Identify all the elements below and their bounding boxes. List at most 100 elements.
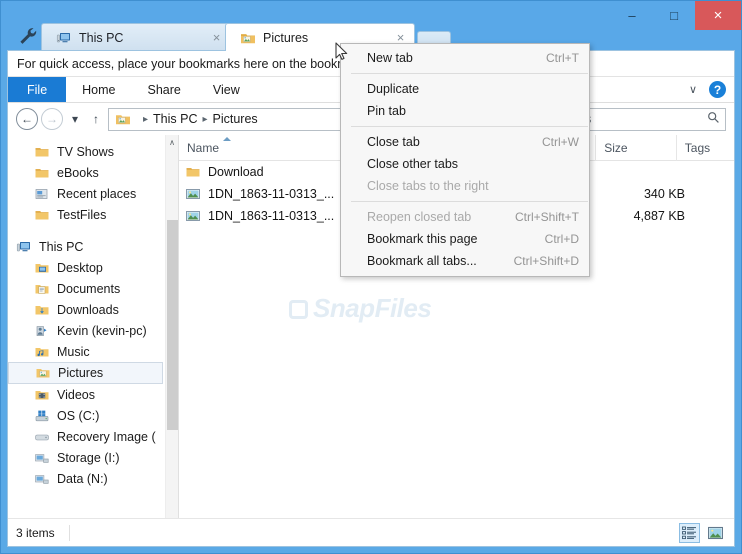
nav-item-pictures[interactable]: Pictures (8, 362, 163, 384)
ribbon-tab-file[interactable]: File (8, 77, 67, 102)
file-size-cell: 340 KB (643, 187, 685, 201)
ribbon-tab-share[interactable]: Share (132, 77, 197, 102)
menu-divider (351, 201, 588, 202)
recent-places-icon (34, 186, 50, 202)
up-button[interactable]: ↑ (87, 108, 105, 130)
recent-locations-button[interactable]: ▾ (66, 108, 84, 130)
back-button[interactable]: ← (16, 108, 38, 130)
ribbon-tab-home[interactable]: Home (66, 77, 131, 102)
menu-item-label: New tab (367, 51, 413, 65)
nav-item-tv-shows[interactable]: TV Shows (8, 141, 165, 162)
nav-item-os-c[interactable]: OS (C:) (8, 405, 165, 426)
nav-item-data-n[interactable]: Data (N:) (8, 468, 165, 489)
column-label: Tags (684, 140, 711, 155)
image-file-icon (185, 208, 201, 224)
folder-icon (34, 207, 50, 223)
nav-item-storage-i[interactable]: Storage (I:) (8, 447, 165, 468)
tab-close-icon[interactable]: × (209, 30, 224, 45)
network-drive-icon (34, 471, 50, 487)
chevron-down-icon[interactable]: ∨ (686, 83, 700, 96)
pictures-folder-icon (240, 30, 256, 46)
nav-item-videos[interactable]: Videos (8, 384, 165, 405)
status-divider (68, 524, 70, 541)
menu-item-accelerator: Ctrl+W (542, 135, 579, 149)
nav-group-spacer (8, 225, 165, 236)
nav-item-label: Videos (57, 387, 95, 402)
menu-item-close-tab[interactable]: Close tab Ctrl+W (341, 131, 589, 153)
tab-this-pc[interactable]: This PC × (41, 23, 231, 51)
nav-item-recovery-image[interactable]: Recovery Image ( (8, 426, 165, 447)
downloads-folder-icon (34, 302, 50, 318)
nav-item-ebooks[interactable]: eBooks (8, 162, 165, 183)
details-view-icon[interactable] (679, 522, 700, 543)
close-button[interactable]: × (695, 1, 741, 30)
sort-ascending-icon (223, 136, 231, 141)
image-file-icon (185, 186, 201, 202)
user-folder-icon (34, 323, 50, 339)
thumbnail-view-icon[interactable] (705, 523, 726, 543)
scrollbar-thumb[interactable] (167, 220, 178, 430)
column-header-tags[interactable]: Tags (675, 135, 734, 161)
column-header-size[interactable]: Size (595, 135, 676, 161)
nav-item-label: Recent places (57, 186, 137, 201)
pictures-folder-icon (115, 111, 131, 127)
system-drive-icon (34, 408, 50, 424)
column-label: Size (604, 140, 628, 155)
scroll-up-arrow-icon[interactable]: ∧ (166, 135, 178, 150)
folder-icon (185, 164, 201, 180)
nav-item-testfiles[interactable]: TestFiles (8, 204, 165, 225)
nav-item-label: OS (C:) (57, 408, 100, 423)
navigation-scrollbar[interactable]: ∧ (165, 135, 178, 546)
breadcrumb-this-pc[interactable]: This PC (153, 112, 197, 126)
help-icon[interactable]: ? (709, 81, 726, 98)
nav-item-label: This PC (39, 239, 84, 254)
watermark: SnapFiles (289, 293, 432, 324)
network-drive-icon (34, 450, 50, 466)
tab-label: This PC (79, 30, 124, 45)
menu-item-label: Duplicate (367, 82, 420, 96)
folder-icon (34, 165, 50, 181)
file-name: 1DN_1863-11-0313_... (208, 209, 335, 223)
menu-divider (351, 126, 588, 127)
file-name: Download (208, 165, 264, 179)
menu-item-duplicate[interactable]: Duplicate (341, 78, 589, 100)
menu-item-label: Bookmark all tabs... (367, 254, 477, 268)
menu-item-close-other-tabs[interactable]: Close other tabs (341, 153, 589, 175)
window-controls: – □ × (611, 1, 741, 31)
menu-divider (351, 73, 588, 74)
watermark-logo-icon (289, 300, 308, 319)
menu-item-bookmark-this-page[interactable]: Bookmark this page Ctrl+D (341, 228, 589, 250)
nav-item-label: Documents (57, 281, 121, 296)
nav-item-recent-places[interactable]: Recent places (8, 183, 165, 204)
ribbon-right-controls: ∨ ? (686, 77, 734, 102)
nav-item-desktop[interactable]: Desktop (8, 257, 165, 278)
wrench-icon[interactable] (17, 25, 39, 47)
menu-item-label: Close tab (367, 135, 420, 149)
menu-item-bookmark-all-tabs[interactable]: Bookmark all tabs... Ctrl+Shift+D (341, 250, 589, 272)
pictures-folder-icon (35, 365, 51, 381)
breadcrumb-separator-icon: ▸ (143, 113, 149, 125)
search-icon[interactable] (707, 111, 720, 127)
view-mode-buttons (679, 522, 726, 543)
minimize-button[interactable]: – (611, 1, 653, 30)
navigation-list: TV Shows eBooks Recent places TestFiles … (8, 135, 165, 546)
menu-item-new-tab[interactable]: New tab Ctrl+T (341, 47, 589, 69)
menu-item-accelerator: Ctrl+D (544, 232, 579, 246)
tab-context-menu: New tab Ctrl+T Duplicate Pin tab Close t… (340, 43, 590, 277)
nav-item-this-pc[interactable]: This PC (8, 236, 165, 257)
nav-item-kevin[interactable]: Kevin (kevin-pc) (8, 320, 165, 341)
breadcrumb-pictures[interactable]: Pictures (213, 112, 258, 126)
nav-item-documents[interactable]: Documents (8, 278, 165, 299)
menu-item-label: Close tabs to the right (367, 179, 489, 193)
maximize-button[interactable]: □ (653, 1, 695, 30)
navigation-pane: TV Shows eBooks Recent places TestFiles … (8, 135, 178, 546)
forward-button[interactable]: → (41, 108, 63, 130)
nav-item-label: Kevin (kevin-pc) (57, 323, 147, 338)
nav-item-downloads[interactable]: Downloads (8, 299, 165, 320)
menu-item-accelerator: Ctrl+Shift+T (514, 210, 579, 224)
nav-item-music[interactable]: Music (8, 341, 165, 362)
search-input[interactable]: res (568, 107, 726, 131)
menu-item-label: Bookmark this page (367, 232, 478, 246)
ribbon-tab-view[interactable]: View (197, 77, 256, 102)
menu-item-pin-tab[interactable]: Pin tab (341, 100, 589, 122)
